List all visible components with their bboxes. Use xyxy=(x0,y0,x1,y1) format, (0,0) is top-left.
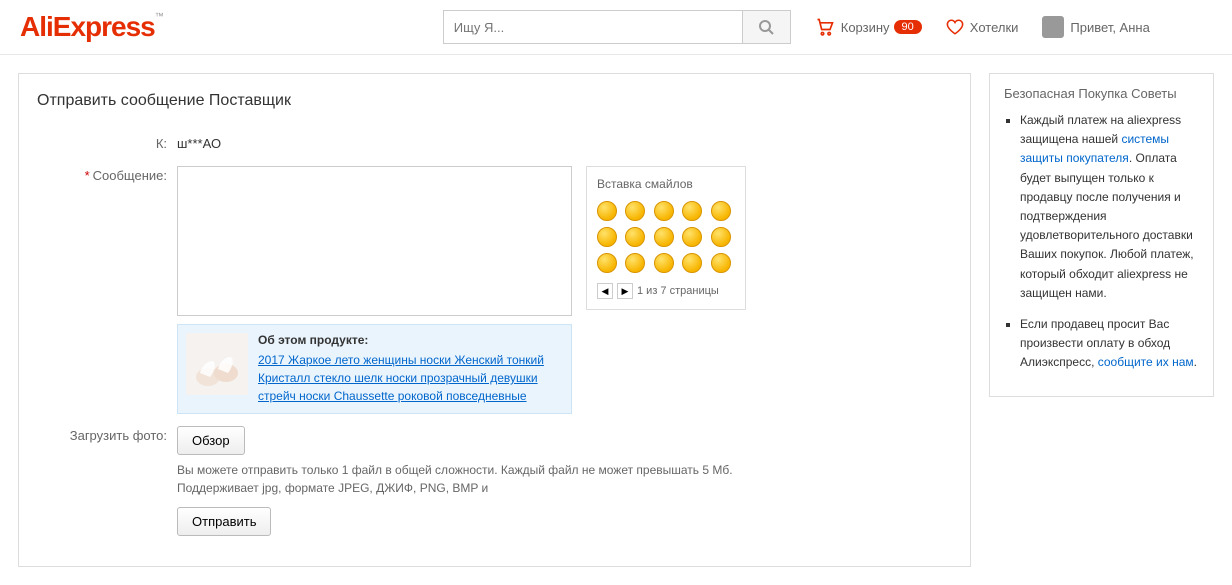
upload-label: Загрузить фото: xyxy=(37,426,177,446)
avatar-icon xyxy=(1042,16,1064,38)
browse-button[interactable]: Обзор xyxy=(177,426,245,455)
smiley-icon[interactable] xyxy=(597,201,617,221)
safety-tip: Каждый платеж на aliexpress защищена наш… xyxy=(1020,111,1199,303)
product-about-label: Об этом продукте: xyxy=(258,333,563,347)
smiley-icon[interactable] xyxy=(682,201,702,221)
safety-tips-title: Безопасная Покупка Советы xyxy=(1004,86,1199,101)
smiley-icon[interactable] xyxy=(597,253,617,273)
smiley-icon[interactable] xyxy=(711,253,731,273)
smiley-panel: Вставка смайлов xyxy=(586,166,746,310)
smiley-icon[interactable] xyxy=(654,253,674,273)
cart-badge: 90 xyxy=(894,20,922,34)
greeting-label: Привет, Анна xyxy=(1070,20,1149,35)
message-form-panel: Отправить сообщение Поставщик К: ш***АО … xyxy=(18,73,971,567)
smiley-icon[interactable] xyxy=(625,227,645,247)
search-button[interactable] xyxy=(743,10,791,44)
smiley-title: Вставка смайлов xyxy=(597,177,735,191)
cart-label: Корзину xyxy=(841,20,890,35)
safety-tip: Если продавец просит Вас произвести опла… xyxy=(1020,315,1199,373)
smiley-icon[interactable] xyxy=(711,201,731,221)
upload-hint: Вы можете отправить только 1 файл в обще… xyxy=(177,461,952,497)
heart-icon xyxy=(946,18,964,36)
product-image-icon xyxy=(186,333,248,395)
safety-tips-panel: Безопасная Покупка Советы Каждый платеж … xyxy=(989,73,1214,397)
smiley-icon[interactable] xyxy=(682,253,702,273)
pager-text: 1 из 7 страницы xyxy=(637,285,719,297)
product-link[interactable]: 2017 Жаркое лето женщины носки Женский т… xyxy=(258,353,544,403)
smiley-icon[interactable] xyxy=(654,227,674,247)
to-value: ш***АО xyxy=(177,134,952,154)
wishlist-label: Хотелки xyxy=(970,20,1019,35)
submit-button[interactable]: Отправить xyxy=(177,507,271,536)
to-label: К: xyxy=(37,134,177,154)
cart-icon xyxy=(815,17,835,37)
smiley-icon[interactable] xyxy=(597,227,617,247)
smiley-icon[interactable] xyxy=(625,253,645,273)
product-box: Об этом продукте: 2017 Жаркое лето женщи… xyxy=(177,324,572,414)
logo[interactable]: AliExpress™ xyxy=(20,11,163,43)
message-label: *Сообщение: xyxy=(37,166,177,186)
wishlist-link[interactable]: Хотелки xyxy=(946,18,1019,36)
pager-next-button[interactable]: ▶ xyxy=(617,283,633,299)
smiley-icon[interactable] xyxy=(625,201,645,221)
report-link[interactable]: сообщите их нам xyxy=(1098,355,1194,369)
pager-prev-button[interactable]: ◀ xyxy=(597,283,613,299)
account-link[interactable]: Привет, Анна xyxy=(1042,16,1149,38)
smiley-icon[interactable] xyxy=(682,227,702,247)
smiley-icon[interactable] xyxy=(711,227,731,247)
page-title: Отправить сообщение Поставщик xyxy=(37,92,952,110)
cart-link[interactable]: Корзину 90 xyxy=(815,17,922,37)
search-icon xyxy=(758,19,774,35)
product-thumbnail[interactable] xyxy=(186,333,248,395)
message-textarea[interactable] xyxy=(177,166,572,316)
smiley-icon[interactable] xyxy=(654,201,674,221)
search-input[interactable] xyxy=(443,10,743,44)
